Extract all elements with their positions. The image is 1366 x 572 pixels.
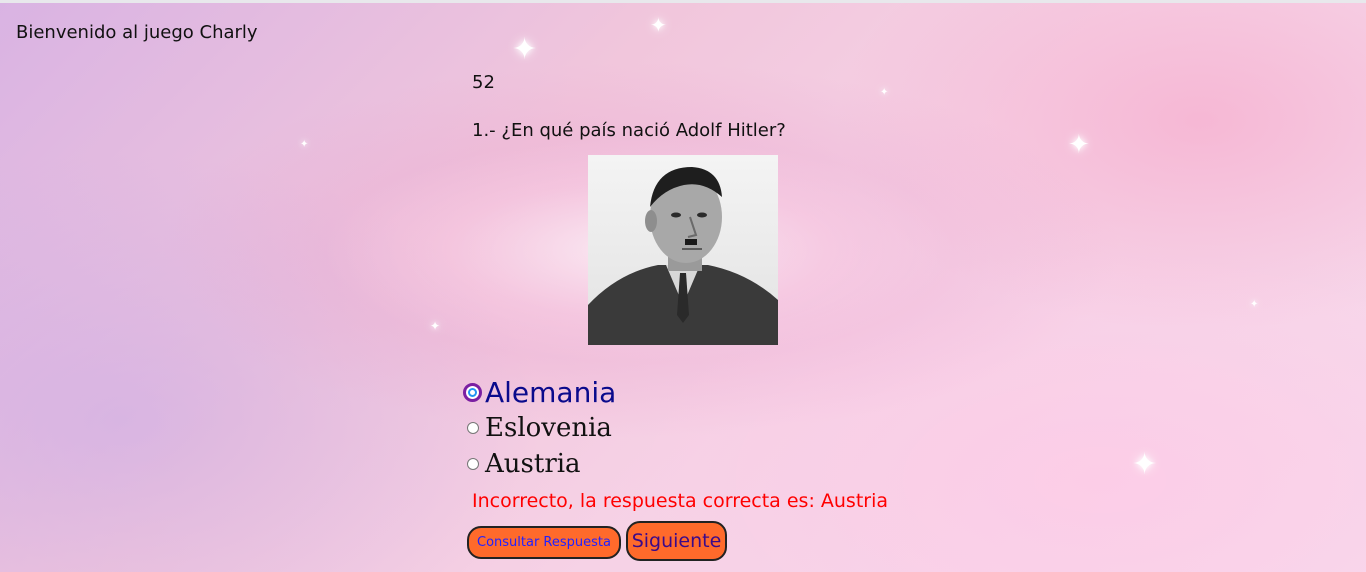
option-label[interactable]: Alemania (485, 376, 616, 409)
option-label[interactable]: Austria (485, 449, 581, 479)
check-answer-button[interactable]: Consultar Respuesta (467, 526, 621, 559)
radio-button[interactable] (467, 458, 479, 470)
option-label[interactable]: Eslovenia (485, 413, 612, 443)
sparkle-icon: ✦ (650, 13, 667, 37)
feedback-message: Incorrecto, la respuesta correcta es: Au… (472, 490, 889, 512)
sparkle-icon: ✦ (1068, 130, 1090, 160)
radio-button[interactable] (467, 422, 479, 434)
sparkle-icon: ✦ (512, 32, 538, 67)
answer-options: Alemania Eslovenia Austria (463, 374, 616, 482)
sparkle-icon: ✦ (1132, 447, 1158, 482)
sparkle-icon: ✦ (430, 319, 441, 333)
welcome-message: Bienvenido al juego Charly (16, 22, 258, 43)
question-text: 1.- ¿En qué país nació Adolf Hitler? (472, 120, 786, 141)
portrait-photo-icon (588, 167, 778, 345)
question-image (588, 155, 778, 345)
score-counter: 52 (472, 72, 495, 93)
radio-button-selected[interactable] (463, 382, 482, 402)
next-button[interactable]: Siguiente (626, 521, 727, 561)
option-alemania[interactable]: Alemania (463, 374, 616, 410)
sparkle-icon: ✦ (1250, 299, 1259, 310)
top-border (0, 0, 1366, 3)
sparkle-icon: ✦ (300, 139, 309, 150)
sparkle-icon: ✦ (880, 87, 889, 98)
option-austria[interactable]: Austria (464, 446, 616, 482)
option-eslovenia[interactable]: Eslovenia (464, 410, 616, 446)
